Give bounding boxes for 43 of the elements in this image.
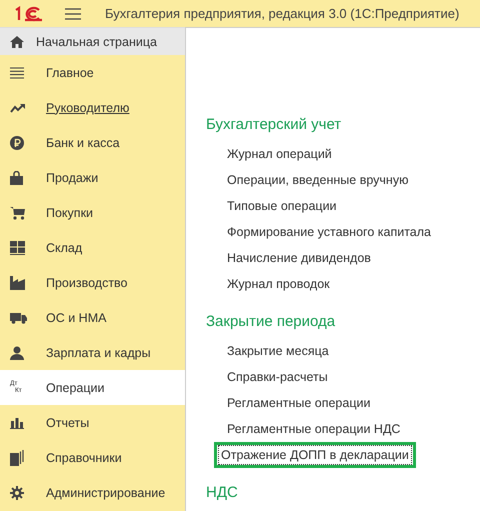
menu-link[interactable]: Формирование уставного капитала [227, 219, 431, 245]
menu-link[interactable]: Закрытие месяца [227, 338, 329, 364]
menu-link[interactable]: Справки-расчеты [227, 364, 328, 390]
factory-icon [10, 276, 25, 290]
menu-icon [10, 66, 24, 78]
section-heading: НДС [206, 484, 238, 501]
sidebar-item[interactable]: Банк и касса [0, 125, 185, 160]
sidebar-item[interactable]: Продажи [0, 160, 185, 195]
sidebar-item[interactable]: Администрирование [0, 475, 185, 510]
section-heading: Закрытие периода [206, 313, 336, 330]
menu-link[interactable]: Регламентные операции [227, 390, 370, 416]
logo-icon [13, 6, 43, 22]
books-icon [10, 450, 24, 466]
cart-icon [10, 206, 26, 220]
sidebar-item[interactable]: ОС и НМА [0, 300, 185, 335]
section-heading: Бухгалтерский учет [206, 116, 342, 133]
settings-icon [10, 486, 24, 500]
sidebar-item[interactable]: Склад [0, 230, 185, 265]
sidebar-item[interactable]: Производство [0, 265, 185, 300]
warehouse-icon [10, 240, 25, 254]
menu-link[interactable]: Отражение ДОПП в декларации [219, 446, 411, 464]
menu-link[interactable]: Регламентные операции НДС [227, 416, 400, 442]
bar-chart-icon [10, 416, 24, 428]
bag-icon [10, 170, 23, 184]
home-icon [10, 36, 24, 48]
sidebar-item[interactable]: Отчеты [0, 405, 185, 440]
menu-link[interactable]: Журнал операций [227, 141, 332, 167]
menu-link[interactable]: Начисление дивидендов [227, 245, 371, 271]
window-title: Бухгалтерия предприятия, редакция 3.0 (1С:Предприятие) [105, 6, 460, 21]
truck-icon [10, 312, 27, 324]
menu-link[interactable]: Операции, введенные вручную [227, 167, 408, 193]
menu-link[interactable]: Типовые операции [227, 193, 337, 219]
menu-link[interactable]: Журнал проводок [227, 271, 330, 297]
trend-icon [10, 102, 26, 112]
ruble-icon [10, 136, 24, 150]
sidebar-item[interactable]: Зарплата и кадры [0, 335, 185, 370]
menu-icon[interactable] [65, 8, 81, 20]
person-icon [10, 346, 24, 360]
home-tab[interactable]: Начальная страница [0, 27, 185, 55]
sidebar-item[interactable]: Главное [0, 55, 185, 90]
sidebar-item[interactable]: Руководителю [0, 90, 185, 125]
sidebar-item[interactable]: Покупки [0, 195, 185, 230]
sidebar-item[interactable]: Справочники [0, 440, 185, 475]
